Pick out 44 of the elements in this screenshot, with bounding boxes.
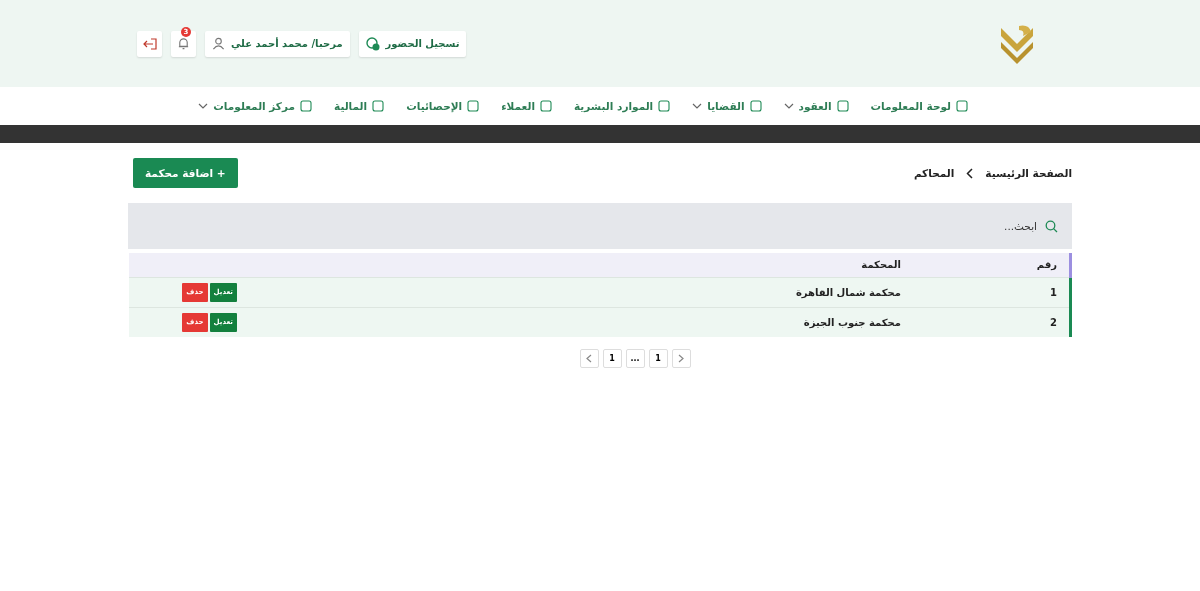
- breadcrumb-link[interactable]: المحاكم: [913, 167, 955, 179]
- add-court-button[interactable]: + اضافة محكمة: [133, 158, 238, 188]
- nav-label: العملاء: [501, 100, 535, 112]
- column-header: المحكمة: [720, 253, 921, 277]
- table-cell: 2: [921, 307, 1071, 337]
- chevron-right-icon: [678, 354, 684, 363]
- nav-label: الإحصائيات: [406, 100, 463, 112]
- nav-label: مركز المعلومات: [213, 100, 295, 112]
- nav-item[interactable]: مركز المعلومات: [198, 100, 312, 112]
- search-icon: [1045, 219, 1058, 233]
- table-cell: محكمة شمال القاهرة: [720, 277, 921, 307]
- nav-label: القضايا: [707, 100, 745, 112]
- nav-label: العقود: [798, 100, 832, 112]
- chevron-left-icon: [966, 167, 974, 179]
- page-button[interactable]: 1: [648, 349, 668, 368]
- nav-item[interactable]: العملاء: [501, 100, 552, 112]
- nav-item[interactable]: الإحصائيات: [406, 100, 480, 112]
- attendance-button[interactable]: تسجيل الحضور: [358, 30, 467, 57]
- bell-icon: [177, 37, 190, 50]
- chevron-down-icon: [783, 103, 794, 109]
- nav-label: الموارد البشرية: [574, 100, 654, 112]
- nav-item[interactable]: القضايا: [692, 100, 762, 112]
- table-cell: محكمة جنوب الجيزة: [720, 307, 921, 337]
- next-page-button[interactable]: [579, 349, 599, 368]
- logout-icon: [142, 37, 157, 50]
- chevron-left-icon: [586, 354, 592, 363]
- nav-label: لوحة المعلومات: [870, 100, 951, 112]
- previous-page-button[interactable]: [671, 349, 691, 368]
- nav-label: المالية: [334, 100, 368, 112]
- page-button[interactable]: 1: [602, 349, 622, 368]
- table-cell: 1: [921, 277, 1071, 307]
- column-header: رقم: [921, 253, 1071, 277]
- logout-button[interactable]: [137, 30, 162, 57]
- chevron-down-icon: [198, 103, 209, 109]
- nav-item[interactable]: لوحة المعلومات: [870, 100, 968, 112]
- breadcrumb-link[interactable]: الصفحة الرئيسية: [985, 167, 1072, 179]
- chevron-down-icon: [692, 103, 703, 109]
- nav-item[interactable]: العقود: [783, 100, 849, 112]
- search-field[interactable]: ابحث...: [915, 219, 1039, 233]
- user-icon: [212, 37, 225, 50]
- nav-item[interactable]: الموارد البشرية: [574, 100, 671, 112]
- page-button[interactable]: ...: [625, 349, 645, 368]
- nav-item[interactable]: المالية: [334, 100, 385, 112]
- user-button[interactable]: مرحبا/ محمد أحمد علي: [205, 30, 350, 57]
